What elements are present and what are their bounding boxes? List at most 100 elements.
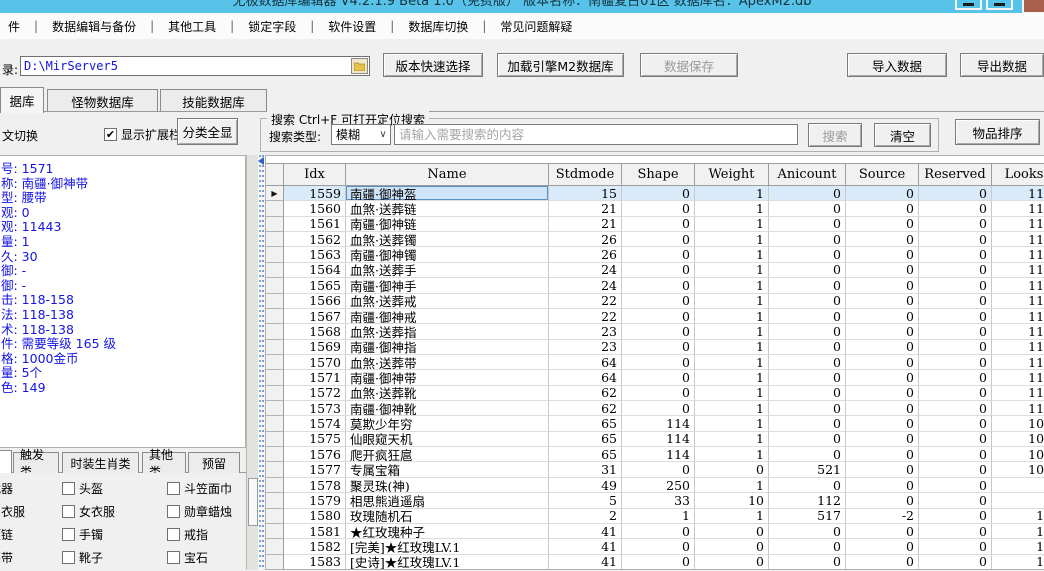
table-cell[interactable]: 0	[695, 462, 769, 478]
db-tab-2[interactable]: 技能数据库	[160, 89, 267, 112]
table-row[interactable]: 1578聚灵珠(神)4925010008	[266, 477, 1044, 494]
table-cell[interactable]: 0	[919, 370, 992, 386]
item-sort-button[interactable]: 物品排序	[955, 119, 1040, 145]
table-cell[interactable]: 1560	[284, 201, 346, 217]
category-checkbox-手镯[interactable]: 手镯	[62, 527, 115, 542]
table-cell[interactable]: 104	[992, 416, 1044, 432]
category-checkbox-戒指[interactable]: 戒指	[167, 527, 232, 542]
table-cell[interactable]: 0	[622, 462, 695, 478]
category-checkbox-腰带[interactable]: 腰带	[0, 550, 25, 565]
table-cell[interactable]: 65	[549, 447, 622, 463]
table-cell[interactable]: 1	[695, 477, 769, 494]
table-cell[interactable]: 114	[992, 386, 1044, 402]
table-cell[interactable]: 0	[919, 216, 992, 233]
table-cell[interactable]: 0	[622, 186, 695, 202]
column-header-looks[interactable]: Looks	[992, 163, 1044, 186]
table-cell[interactable]: 0	[846, 216, 919, 233]
table-cell[interactable]: 0	[919, 339, 992, 355]
table-cell[interactable]: 65	[549, 431, 622, 448]
row-selector[interactable]	[266, 278, 284, 294]
row-selector[interactable]	[266, 416, 284, 432]
table-cell[interactable]: 0	[846, 477, 919, 494]
table-cell[interactable]: 114	[622, 447, 695, 463]
table-cell[interactable]: 0	[622, 539, 695, 555]
table-cell[interactable]: 0	[695, 554, 769, 569]
column-header-name[interactable]: Name	[346, 163, 549, 186]
table-cell[interactable]: 0	[846, 293, 919, 309]
table-cell[interactable]: 1572	[284, 385, 346, 402]
table-cell[interactable]: 1	[695, 508, 769, 524]
table-cell[interactable]: 114	[992, 370, 1044, 386]
table-cell[interactable]: 0	[769, 186, 846, 202]
row-selector[interactable]	[266, 477, 284, 494]
table-cell[interactable]: 1575	[284, 431, 346, 448]
column-header-stdmode[interactable]: Stdmode	[549, 163, 622, 186]
row-selector[interactable]	[266, 293, 284, 309]
category-checkbox-项链[interactable]: 项链	[0, 527, 25, 542]
table-row[interactable]: 1563南疆·御神镯2601000114	[266, 247, 1044, 263]
table-cell[interactable]: 0	[769, 216, 846, 233]
table-cell[interactable]: 114	[622, 416, 695, 432]
table-cell[interactable]: 2	[549, 508, 622, 524]
table-cell[interactable]: 0	[769, 539, 846, 555]
row-selector[interactable]	[266, 431, 284, 448]
table-cell[interactable]: 1	[695, 401, 769, 417]
search-button[interactable]: 搜索	[808, 123, 862, 147]
table-cell[interactable]: 0	[919, 247, 992, 263]
table-cell[interactable]: 0	[846, 262, 919, 279]
table-cell[interactable]: 0	[846, 554, 919, 569]
row-selector[interactable]	[266, 539, 284, 555]
table-cell[interactable]: 1565	[284, 278, 346, 294]
table-cell[interactable]: 0	[846, 431, 919, 448]
table-cell[interactable]: 0	[622, 293, 695, 309]
table-row[interactable]: 1575仙眼窥天机651141000104	[266, 431, 1044, 448]
minimize-button[interactable]	[955, 0, 982, 10]
table-cell[interactable]: 1	[695, 447, 769, 463]
table-cell[interactable]: 0	[846, 232, 919, 248]
table-cell[interactable]: 0	[846, 385, 919, 402]
table-cell[interactable]: 1571	[284, 370, 346, 386]
menu-item-5[interactable]: 数据库切换	[400, 18, 476, 35]
table-cell[interactable]: 41	[549, 554, 622, 569]
table-cell[interactable]: 0	[622, 339, 695, 355]
table-cell[interactable]: 0	[919, 186, 992, 202]
table-cell[interactable]: 1580	[284, 508, 346, 524]
table-row[interactable]: 1570血煞·送葬带6401000114	[266, 354, 1044, 371]
table-cell[interactable]: 0	[622, 401, 695, 417]
table-cell[interactable]: 南疆·御神镯	[346, 247, 549, 263]
menu-item-6[interactable]: 常见问题解疑	[492, 18, 580, 35]
table-cell[interactable]: 0	[846, 462, 919, 478]
table-row[interactable]: ▶1559南疆·御神盔1501000114	[266, 186, 1044, 202]
table-cell[interactable]: 1569	[284, 339, 346, 355]
table-cell[interactable]: 0	[919, 308, 992, 325]
table-cell[interactable]: 0	[622, 278, 695, 294]
table-cell[interactable]: [史诗]★红玫瑰LV.1	[346, 554, 549, 569]
table-cell[interactable]: 1	[695, 278, 769, 294]
table-cell[interactable]: 0	[622, 385, 695, 402]
table-cell[interactable]: 1577	[284, 462, 346, 478]
table-cell[interactable]: 1	[695, 370, 769, 386]
table-cell[interactable]: 血煞·送葬链	[346, 201, 549, 217]
table-cell[interactable]: [完美]★红玫瑰LV.1	[346, 539, 549, 555]
table-cell[interactable]: 聚灵珠(神)	[346, 477, 549, 494]
table-cell[interactable]: 0	[846, 416, 919, 432]
table-cell[interactable]: 0	[919, 462, 992, 478]
table-cell[interactable]: 0	[919, 523, 992, 540]
menu-item-4[interactable]: 软件设置	[320, 18, 384, 35]
row-selector[interactable]	[266, 554, 284, 569]
table-cell[interactable]: 仙眼窥天机	[346, 431, 549, 448]
table-cell[interactable]: 1567	[284, 308, 346, 325]
table-cell[interactable]: 13	[992, 555, 1044, 569]
table-row[interactable]: 1581★红玫瑰种子410000010	[266, 523, 1044, 540]
table-cell[interactable]: 41	[549, 539, 622, 555]
column-header-anicount[interactable]: Anicount	[769, 163, 846, 186]
table-cell[interactable]: 1	[695, 339, 769, 355]
table-cell[interactable]: 1	[695, 416, 769, 432]
table-cell[interactable]: 0	[695, 523, 769, 540]
table-cell[interactable]: 1583	[284, 554, 346, 569]
table-cell[interactable]: 南疆·御神指	[346, 339, 549, 355]
table-cell[interactable]: 22	[549, 293, 622, 309]
row-selector[interactable]	[266, 339, 284, 355]
row-selector[interactable]	[266, 216, 284, 233]
table-row[interactable]: 1582[完美]★红玫瑰LV.1410000013	[266, 539, 1044, 555]
